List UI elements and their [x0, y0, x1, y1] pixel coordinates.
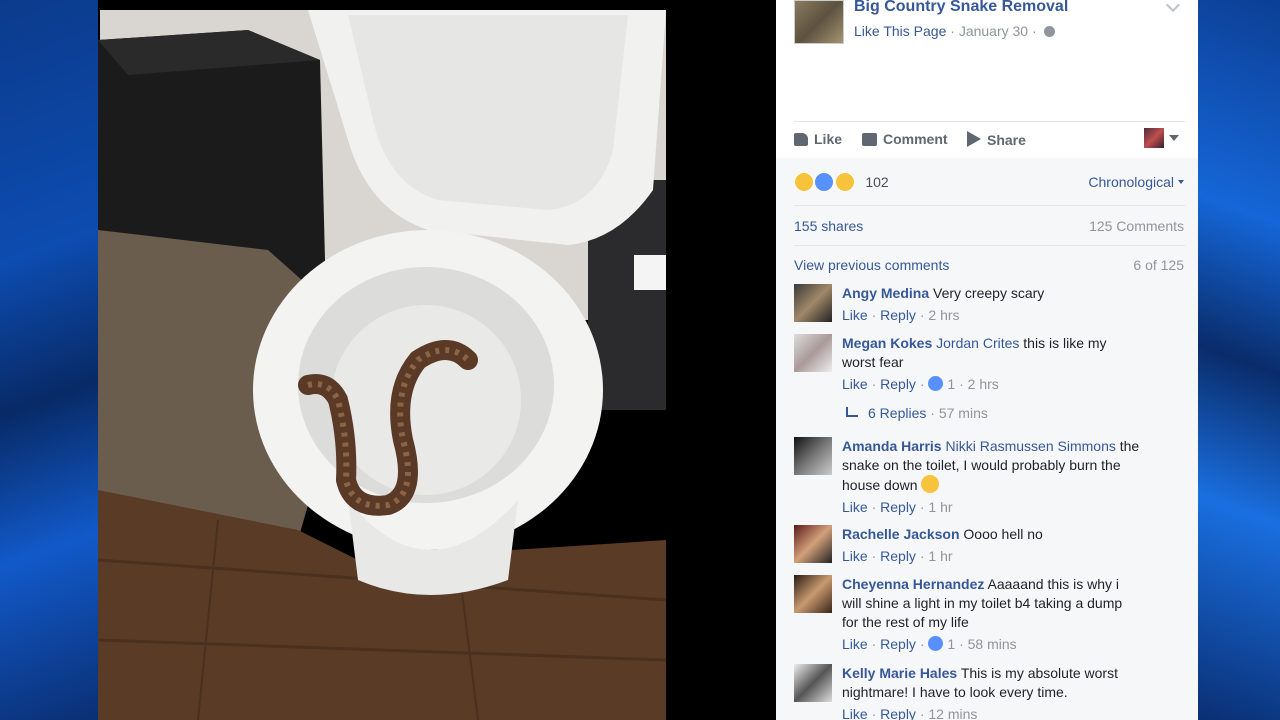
- avatar[interactable]: [794, 284, 832, 322]
- facebook-post-panel: Big Country Snake Removal Like This Page…: [776, 0, 1198, 720]
- comment-like-count[interactable]: 1: [947, 636, 955, 652]
- comment-reply-link[interactable]: Reply: [880, 499, 916, 515]
- comment-button[interactable]: Comment: [862, 131, 948, 147]
- comment-like-link[interactable]: Like: [842, 636, 868, 652]
- comment-author[interactable]: Amanda Harris: [842, 438, 942, 454]
- comment-time[interactable]: 58 mins: [968, 636, 1017, 652]
- view-replies-link[interactable]: 6 Replies · 57 mins: [846, 405, 988, 421]
- post-meta: Like This Page · January 30 ·: [854, 23, 1055, 39]
- chevron-down-icon[interactable]: [1165, 0, 1181, 13]
- comment-actions: Like · Reply · 12 mins: [842, 706, 978, 720]
- comment-author[interactable]: Rachelle Jackson: [842, 526, 960, 542]
- viewer-avatar[interactable]: [1144, 128, 1164, 148]
- comment-reply-link[interactable]: Reply: [880, 376, 916, 392]
- like-button[interactable]: Like: [794, 131, 842, 147]
- share-button[interactable]: Share: [967, 131, 1026, 148]
- avatar[interactable]: [794, 437, 832, 475]
- globe-icon: [1043, 26, 1055, 37]
- comment-like-link[interactable]: Like: [842, 376, 868, 392]
- comments-shown-count: 6 of 125: [1133, 257, 1184, 273]
- comment-like-link[interactable]: Like: [842, 548, 868, 564]
- avatar[interactable]: [794, 664, 832, 702]
- comment-actions: Like · Reply · 1 hr: [842, 548, 953, 564]
- comment-icon: [862, 133, 877, 146]
- comment-reply-link[interactable]: Reply: [880, 548, 916, 564]
- comment-time[interactable]: 1 hr: [928, 499, 952, 515]
- comment-tag[interactable]: Jordan Crites: [936, 335, 1019, 351]
- comment-reply-link[interactable]: Reply: [880, 706, 916, 720]
- avatar[interactable]: [794, 525, 832, 563]
- comment-text: Oooo hell no: [963, 526, 1043, 542]
- comment-order-select[interactable]: Chronological: [1088, 174, 1184, 190]
- comment-author[interactable]: Megan Kokes: [842, 335, 932, 351]
- comment-like-link[interactable]: Like: [842, 499, 868, 515]
- like-badge-icon: [928, 636, 944, 651]
- share-icon: [967, 131, 981, 147]
- page-avatar[interactable]: [794, 0, 844, 44]
- comment-time[interactable]: 2 hrs: [968, 376, 999, 392]
- post-header: Big Country Snake Removal Like This Page…: [776, 0, 1198, 120]
- laughing-emoji-icon: [920, 475, 939, 493]
- comment-actions: Like · Reply · 1 hr: [842, 499, 953, 515]
- reply-arrow-icon: [846, 407, 858, 417]
- view-previous-comments[interactable]: View previous comments: [794, 257, 949, 273]
- divider: [794, 205, 1185, 206]
- frame-right-graphic: [1198, 0, 1280, 720]
- frame-left-graphic: [0, 0, 100, 720]
- comment-actions: Like · Reply · 1 · 2 hrs: [842, 376, 999, 392]
- like-page-link[interactable]: Like This Page: [854, 23, 946, 39]
- comment-author[interactable]: Kelly Marie Hales: [842, 665, 957, 681]
- avatar[interactable]: [794, 575, 832, 613]
- reactions-summary[interactable]: 102: [794, 172, 889, 192]
- like-badge-icon: [928, 376, 944, 391]
- thumbs-up-icon: [794, 133, 808, 146]
- comment-author[interactable]: Cheyenna Hernandez: [842, 576, 984, 592]
- haha-reaction-icon: [834, 172, 855, 192]
- comment-time[interactable]: 12 mins: [928, 706, 977, 720]
- comment-count[interactable]: 125 Comments: [1089, 218, 1184, 234]
- caret-down-icon[interactable]: [1169, 135, 1179, 141]
- comment-like-count[interactable]: 1: [947, 376, 955, 392]
- comment-author[interactable]: Angy Medina: [842, 285, 929, 301]
- avatar[interactable]: [794, 334, 832, 372]
- comment-reply-link[interactable]: Reply: [880, 636, 916, 652]
- comment-time[interactable]: 1 hr: [928, 548, 952, 564]
- divider: [794, 245, 1185, 246]
- post-actions-bar: Like Comment Share: [794, 122, 1185, 158]
- page-name[interactable]: Big Country Snake Removal: [854, 0, 1068, 16]
- comment-time[interactable]: 2 hrs: [928, 307, 959, 323]
- comment-text: Very creepy scary: [933, 285, 1045, 301]
- comment-like-link[interactable]: Like: [842, 307, 868, 323]
- like-reaction-icon: [814, 172, 835, 192]
- comment-reply-link[interactable]: Reply: [880, 307, 916, 323]
- comment-tag[interactable]: Nikki Rasmussen Simmons: [945, 438, 1115, 454]
- post-photo: [98, 0, 776, 720]
- comment-actions: Like · Reply · 1 · 58 mins: [842, 636, 1017, 652]
- comment-like-link[interactable]: Like: [842, 706, 868, 720]
- post-date[interactable]: January 30: [959, 23, 1028, 39]
- comment-actions: Like · Reply · 2 hrs: [842, 307, 960, 323]
- shares-link[interactable]: 155 shares: [794, 218, 863, 234]
- wow-reaction-icon: [794, 172, 814, 192]
- reaction-count: 102: [865, 174, 889, 190]
- caret-down-icon: [1178, 180, 1184, 184]
